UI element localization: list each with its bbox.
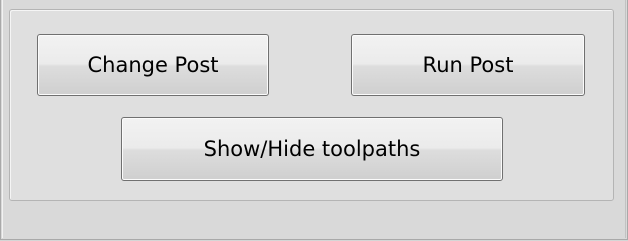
show-hide-toolpaths-button[interactable]: Show/Hide toolpaths: [121, 117, 503, 181]
change-post-button[interactable]: Change Post: [37, 34, 269, 96]
run-post-button[interactable]: Run Post: [351, 34, 585, 96]
post-processing-panel: Change Post Run Post Show/Hide toolpaths: [0, 0, 628, 240]
